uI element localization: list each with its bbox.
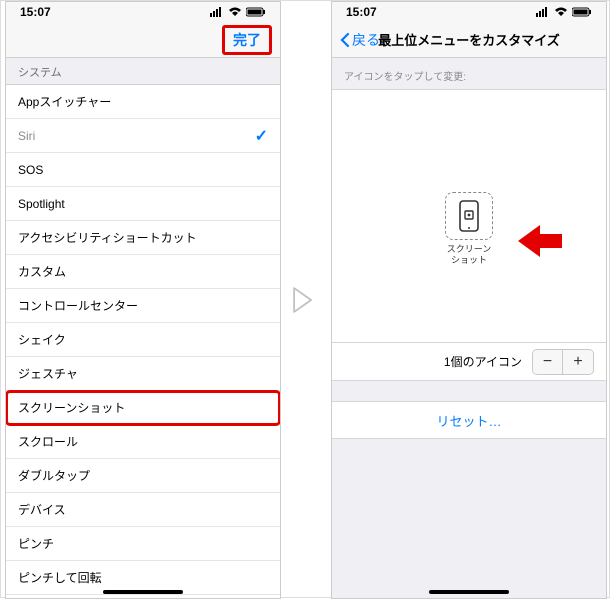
nav-bar: 完了 xyxy=(6,22,280,58)
left-phone-screen: 15:07 完了 システム Appスイッチャー Siri ✓ SOS Spotlight… xyxy=(5,1,281,599)
home-indicator[interactable] xyxy=(429,590,509,594)
list-item-label: Spotlight xyxy=(18,197,65,211)
list-item[interactable]: コントロールセンター xyxy=(6,289,280,323)
icon-count-row: 1個のアイコン − + xyxy=(332,343,606,381)
callout-arrow-icon xyxy=(516,222,564,265)
list-item[interactable]: アクセシビリティショートカット xyxy=(6,221,280,255)
list-item-label: Appスイッチャー xyxy=(18,93,111,110)
status-time: 15:07 xyxy=(346,5,377,19)
list-item-label: SOS xyxy=(18,163,43,177)
hint-label: アイコンをタップして変更: xyxy=(332,58,606,89)
list-item[interactable]: Spotlight xyxy=(6,187,280,221)
status-icons xyxy=(536,7,592,17)
list-item[interactable]: ジェスチャ xyxy=(6,357,280,391)
home-indicator[interactable] xyxy=(103,590,183,594)
list-item-label: シェイク xyxy=(18,331,66,348)
list-item[interactable]: デバイス xyxy=(6,493,280,527)
section-header: システム xyxy=(6,58,280,85)
list-item[interactable]: ピンチ xyxy=(6,527,280,561)
list-item[interactable]: ホーム xyxy=(6,595,280,599)
list-item-label: ピンチして回転 xyxy=(18,569,102,586)
stepper-plus[interactable]: + xyxy=(563,350,593,374)
list-item[interactable]: ダブルタップ xyxy=(6,459,280,493)
done-button[interactable]: 完了 xyxy=(222,25,272,55)
list-item-label: カスタム xyxy=(18,263,66,280)
page-title: 最上位メニューをカスタマイズ xyxy=(378,30,560,49)
icon-count-stepper[interactable]: − + xyxy=(532,349,594,375)
list-item[interactable]: Appスイッチャー xyxy=(6,85,280,119)
nav-bar: 戻る 最上位メニューをカスタマイズ xyxy=(332,22,606,58)
settings-list: Appスイッチャー Siri ✓ SOS Spotlight アクセシビリティショートカッ… xyxy=(6,85,280,599)
list-item-label: ジェスチャ xyxy=(18,365,78,382)
list-item-label: アクセシビリティショートカット xyxy=(18,229,197,246)
list-item-label: スクロール xyxy=(18,433,78,450)
icon-label: スクリーンショット xyxy=(447,244,492,266)
icon-count-label: 1個のアイコン xyxy=(444,353,522,370)
list-item[interactable]: スクロール xyxy=(6,425,280,459)
icon-grid: スクリーンショット xyxy=(332,89,606,343)
checkmark-icon: ✓ xyxy=(255,126,268,146)
list-item[interactable]: カスタム xyxy=(6,255,280,289)
list-item-label: ダブルタップ xyxy=(18,467,90,484)
list-item-label: Siri xyxy=(18,129,35,143)
status-icons xyxy=(210,7,266,17)
list-item-label: ピンチ xyxy=(18,535,54,552)
reset-button[interactable]: リセット… xyxy=(332,401,606,439)
status-time: 15:07 xyxy=(20,5,51,19)
phone-screenshot-icon xyxy=(456,199,482,233)
screenshot-icon-slot[interactable] xyxy=(445,192,493,240)
transition-arrow xyxy=(281,1,331,599)
list-item[interactable]: Siri ✓ xyxy=(6,119,280,153)
status-bar: 15:07 xyxy=(332,2,606,22)
chevron-left-icon xyxy=(340,32,350,48)
back-label: 戻る xyxy=(352,30,380,50)
list-item-label: コントロールセンター xyxy=(18,297,138,314)
back-button[interactable]: 戻る xyxy=(340,30,380,50)
status-bar: 15:07 xyxy=(6,2,280,22)
list-item-label: デバイス xyxy=(18,501,66,518)
list-item[interactable]: SOS xyxy=(6,153,280,187)
list-item[interactable]: スクリーンショット xyxy=(6,391,280,425)
stepper-minus[interactable]: − xyxy=(533,350,563,374)
list-item-label: スクリーンショット xyxy=(18,399,125,416)
list-item[interactable]: シェイク xyxy=(6,323,280,357)
right-phone-screen: 15:07 戻る 最上位メニューをカスタマイズ アイコンをタップして変更: xyxy=(331,1,607,599)
